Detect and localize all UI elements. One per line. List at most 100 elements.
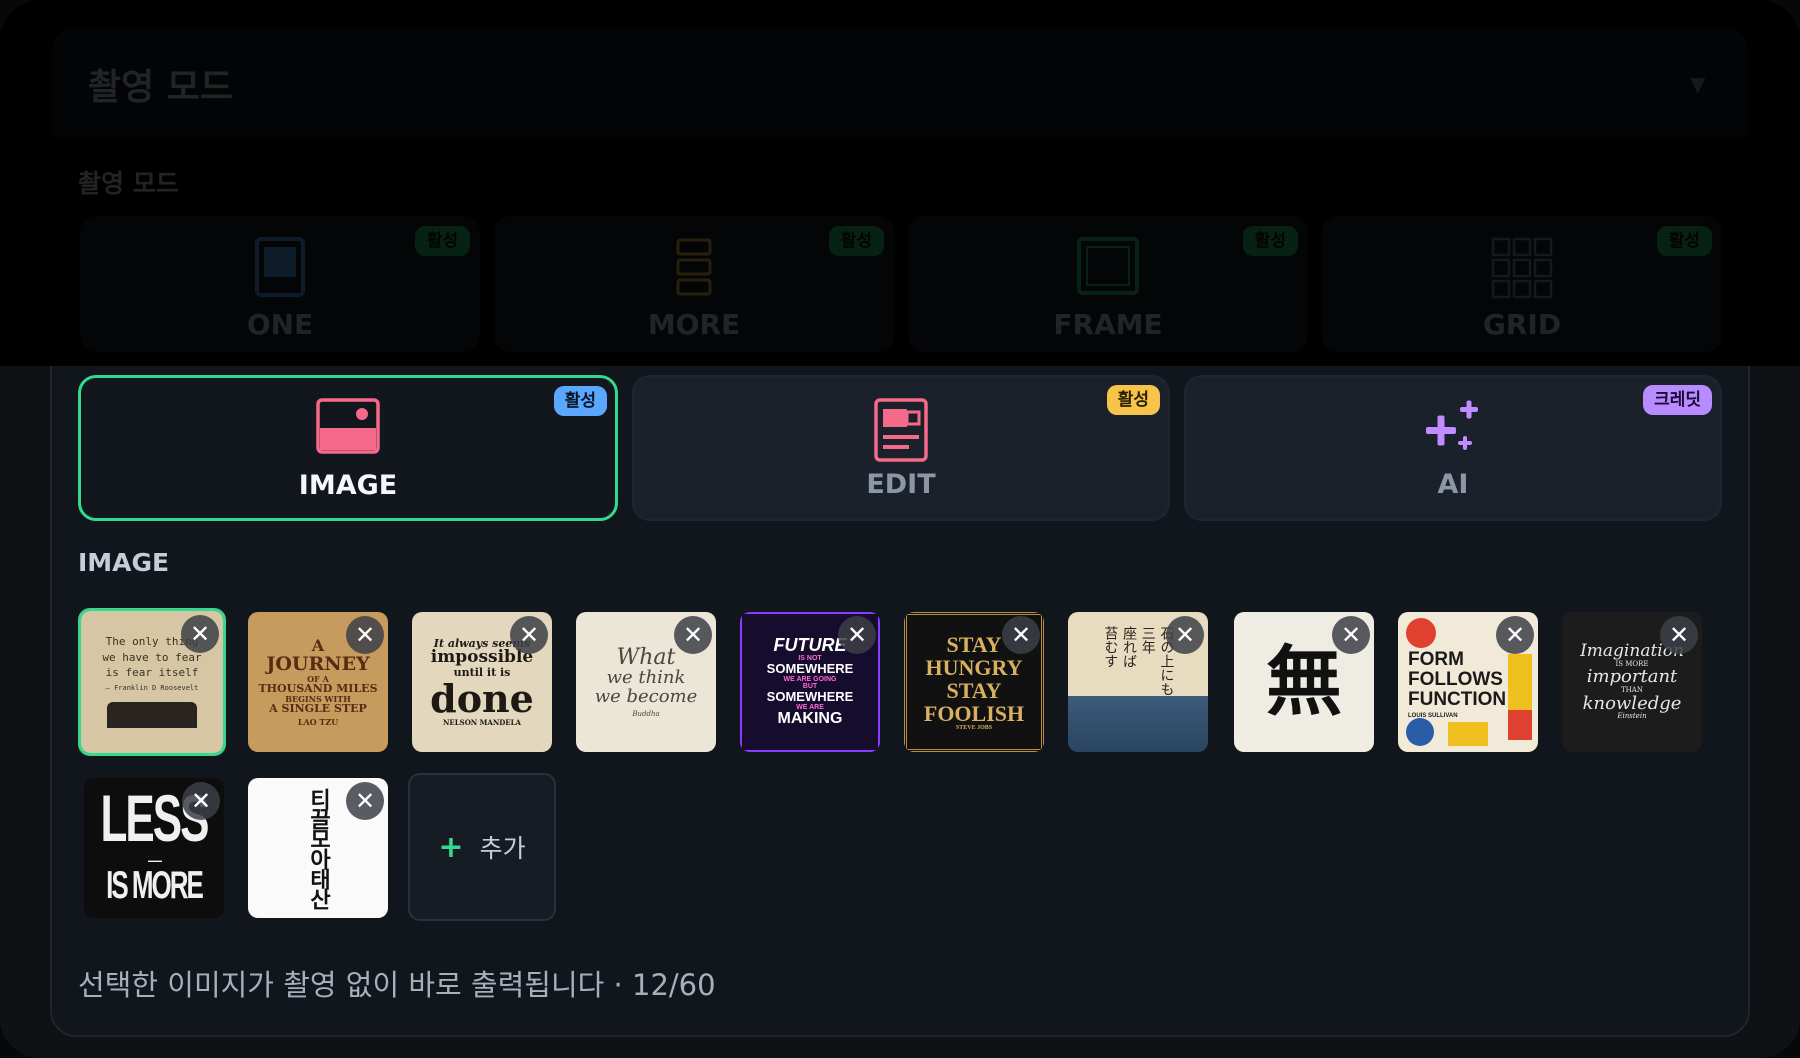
quote-author: STEVE JOBS xyxy=(955,725,993,732)
quote-line: 三年 xyxy=(1139,626,1156,654)
mode-card-more[interactable]: MORE 활성 xyxy=(494,216,894,352)
quote-line: 座れば xyxy=(1121,626,1137,668)
quote-author: NELSON MANDELA xyxy=(443,717,521,727)
quote-line: FOLLOWS xyxy=(1408,669,1503,691)
edit-icon xyxy=(873,397,929,467)
typewriter-illustration xyxy=(107,701,197,728)
status-badge: 활성 xyxy=(414,226,470,256)
red-circle-shape xyxy=(1406,618,1436,648)
image-thumbnail-11[interactable]: LESS — IS MORE ✕ xyxy=(84,778,224,918)
image-thumbnail-1[interactable]: The only thing we have to fear is fear i… xyxy=(78,608,226,756)
quote-line: 티끌모아 xyxy=(305,788,331,868)
mode-label-frame: FRAME xyxy=(1053,308,1163,341)
remove-image-button[interactable]: ✕ xyxy=(1002,616,1040,654)
quote-line: knowledge xyxy=(1582,692,1682,714)
quote-line: STAY xyxy=(946,631,1002,657)
add-image-button[interactable]: + 추가 xyxy=(408,773,556,921)
image-thumbnail-10[interactable]: Imagination IS MORE important THAN knowl… xyxy=(1562,612,1702,752)
status-badge: 활성 xyxy=(828,226,884,256)
remove-image-button[interactable]: ✕ xyxy=(838,616,876,654)
remove-image-button[interactable]: ✕ xyxy=(182,782,220,820)
quote-line: MAKING xyxy=(777,710,843,728)
quote-author: Einstein xyxy=(1617,712,1647,721)
quote-line: FOOLISH xyxy=(923,700,1025,726)
section-label-mode: 촬영 모드 xyxy=(78,169,179,198)
quote-line: is fear itself xyxy=(105,666,199,680)
single-photo-icon xyxy=(254,236,306,302)
quote-line: SOMEWHERE xyxy=(766,689,854,705)
remove-image-button[interactable]: ✕ xyxy=(1166,616,1204,654)
quote-author: LAO TZU xyxy=(297,716,339,727)
quote-line: important xyxy=(1586,666,1678,688)
strip-icon xyxy=(674,236,714,302)
mode-label-edit: EDIT xyxy=(866,469,936,500)
quote-line: STAY xyxy=(946,677,1002,703)
chevron-down-icon[interactable]: ▼ xyxy=(1690,72,1705,96)
image-thumbnail-7[interactable]: 石の上にも 三年 座れば 苔むす ✕ xyxy=(1068,612,1208,752)
dimmed-top-region: 촬영 모드 ▼ 촬영 모드 ONE 활성 MORE 활성 FRAME 활성 GR… xyxy=(0,0,1800,366)
image-thumbnail-2[interactable]: A JOURNEY OF A THOUSAND MILES BEGINS WIT… xyxy=(248,612,388,752)
quote-line: done xyxy=(430,675,534,721)
status-badge: 활성 xyxy=(1242,226,1298,256)
mode-card-edit[interactable]: EDIT 활성 xyxy=(632,375,1170,521)
quote-line: FUTURE xyxy=(773,634,847,655)
quote-line: FUNCTION xyxy=(1408,689,1507,711)
quote-line: WE ARE GOING xyxy=(783,675,837,683)
red-bar-shape xyxy=(1508,710,1532,740)
mode-label-ai: AI xyxy=(1437,469,1469,500)
app-frame: 촬영 모드 ▼ 촬영 모드 ONE 활성 MORE 활성 FRAME 활성 GR… xyxy=(0,0,1800,1058)
remove-image-button[interactable]: ✕ xyxy=(1660,616,1698,654)
mode-dropdown-title: 촬영 모드 xyxy=(88,67,234,108)
frame-icon xyxy=(1076,236,1140,300)
remove-image-button[interactable]: ✕ xyxy=(346,782,384,820)
mode-card-frame[interactable]: FRAME 활성 xyxy=(908,216,1308,352)
remove-image-button[interactable]: ✕ xyxy=(674,616,712,654)
image-thumbnail-12[interactable]: 티끌모아 태산 ✕ xyxy=(248,778,388,918)
mode-card-image[interactable]: IMAGE 활성 xyxy=(78,375,618,521)
remove-image-button[interactable]: ✕ xyxy=(346,616,384,654)
quote-line: impossible xyxy=(430,647,534,668)
quote-line: 태산 xyxy=(305,868,331,908)
image-thumbnail-3[interactable]: It always seems impossible until it is d… xyxy=(412,612,552,752)
quote-line: HUNGRY xyxy=(925,654,1023,680)
remove-image-button[interactable]: ✕ xyxy=(181,615,219,653)
quote-line: 無 xyxy=(1266,637,1342,727)
remove-image-button[interactable]: ✕ xyxy=(1496,616,1534,654)
quote-author: Buddha xyxy=(632,709,660,718)
quote-line: What xyxy=(616,644,676,670)
quote-line: JOURNEY xyxy=(266,652,370,675)
quote-line: SOMEWHERE xyxy=(766,661,854,677)
add-image-label: 추가 xyxy=(479,834,526,863)
mode-label-grid: GRID xyxy=(1482,308,1562,341)
quote-line: FORM xyxy=(1408,649,1464,671)
status-badge: 활성 xyxy=(553,386,607,416)
selection-status-text: 선택한 이미지가 촬영 없이 바로 출력됩니다 · 12/60 xyxy=(78,968,716,1002)
quote-line: A SINGLE STEP xyxy=(269,702,367,716)
quote-line: THOUSAND MILES xyxy=(258,682,378,696)
mode-card-ai[interactable]: AI 크레딧 xyxy=(1184,375,1722,521)
quote-line: we become xyxy=(594,685,698,707)
mode-dropdown-header[interactable] xyxy=(52,27,1748,137)
section-label-image: IMAGE xyxy=(78,548,170,577)
remove-image-button[interactable]: ✕ xyxy=(510,616,548,654)
image-icon xyxy=(316,398,380,458)
image-thumbnail-8[interactable]: 無 ✕ xyxy=(1234,612,1374,752)
quote-line: 苔むす xyxy=(1102,626,1119,668)
blue-circle-shape xyxy=(1406,718,1434,746)
remove-image-button[interactable]: ✕ xyxy=(1332,616,1370,654)
status-badge: 활성 xyxy=(1106,385,1160,415)
mode-card-grid[interactable]: GRID 활성 xyxy=(1322,216,1722,352)
image-thumbnail-5[interactable]: FUTURE IS NOT SOMEWHERE WE ARE GOING BUT… xyxy=(740,612,880,752)
mode-label-image: IMAGE xyxy=(298,470,398,501)
sparkles-icon xyxy=(1422,397,1484,463)
quote-line: we have to fear xyxy=(102,650,202,664)
yellow-block-shape xyxy=(1448,722,1488,746)
quote-author: — Franklin D Roosevelt xyxy=(105,683,199,692)
image-thumbnail-6[interactable]: STAY HUNGRY STAY FOOLISH STEVE JOBS ✕ xyxy=(904,612,1044,752)
yellow-bar-shape xyxy=(1508,654,1532,710)
grid-icon xyxy=(1490,236,1554,304)
mode-card-one[interactable]: ONE 활성 xyxy=(80,216,480,352)
image-thumbnail-9[interactable]: FORM FOLLOWS FUNCTION LOUIS SULLIVAN ✕ xyxy=(1398,612,1538,752)
mode-label-one: ONE xyxy=(246,308,314,341)
image-thumbnail-4[interactable]: What we think we become Buddha ✕ xyxy=(576,612,716,752)
